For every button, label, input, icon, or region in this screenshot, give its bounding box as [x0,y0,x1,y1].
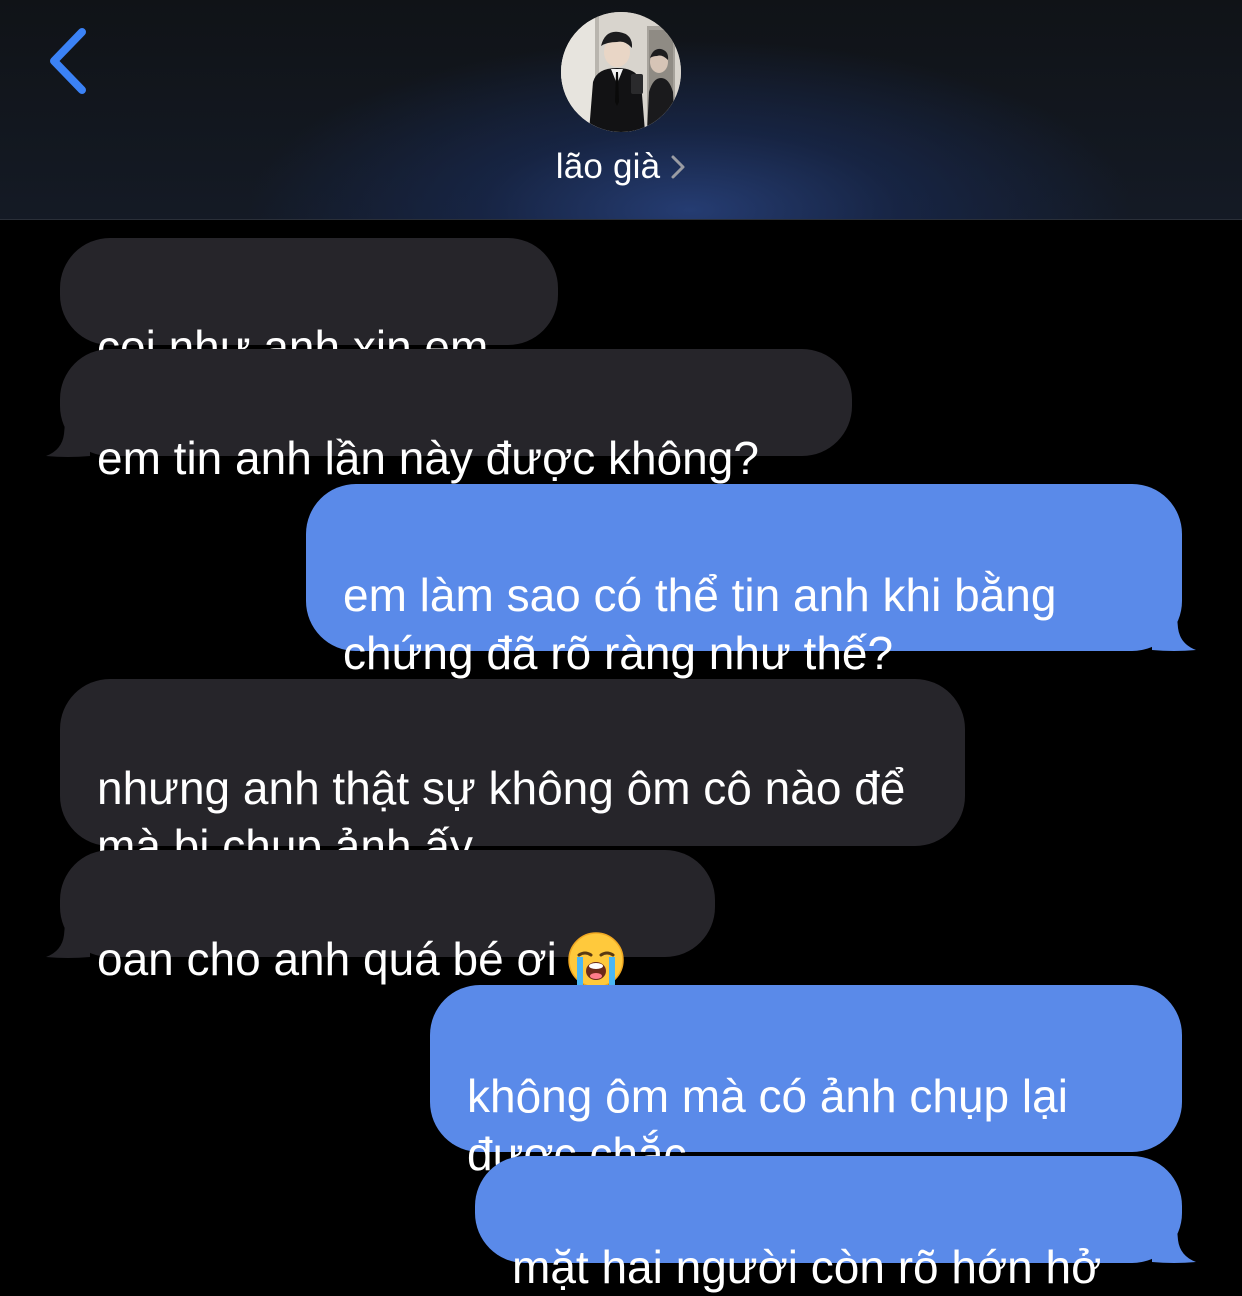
outgoing-message-bubble[interactable]: không ôm mà có ảnh chụp lại được chắc [430,985,1182,1180]
chevron-left-icon [50,28,86,94]
incoming-message-bubble[interactable]: nhưng anh thật sự không ôm cô nào để mà … [60,679,965,872]
contact-name: lão già [555,147,661,186]
outgoing-bubble-tail [1152,606,1196,651]
outgoing-message-bubble[interactable]: mặt hai người còn rõ hớn hở [475,1156,1182,1293]
contact-avatar[interactable] [561,12,681,132]
back-button[interactable] [40,22,104,102]
avatar-photo [561,12,681,132]
message-text: em làm sao có thể tin anh khi bằng chứng… [343,569,1057,679]
outgoing-message-bubble[interactable]: em làm sao có thể tin anh khi bằng chứng… [306,484,1182,679]
loudly-crying-face-emoji [568,932,624,988]
outgoing-bubble-tail [1152,1218,1196,1263]
message-text: mặt hai người còn rõ hớn hở [512,1241,1102,1293]
conversation-header: lão già [0,0,1242,220]
incoming-bubble-tail [46,913,90,958]
chevron-right-icon [671,155,685,179]
incoming-message-bubble[interactable]: coi như anh xin em [60,238,558,373]
incoming-message-bubble[interactable]: em tin anh lần này được không? [60,349,852,484]
message-text: oan cho anh quá bé ơi [97,933,557,985]
message-text: em tin anh lần này được không? [97,432,759,484]
contact-name-row[interactable]: lão già [0,142,1242,192]
incoming-message-bubble[interactable]: oan cho anh quá bé ơi [60,850,715,988]
incoming-bubble-tail [46,412,90,457]
